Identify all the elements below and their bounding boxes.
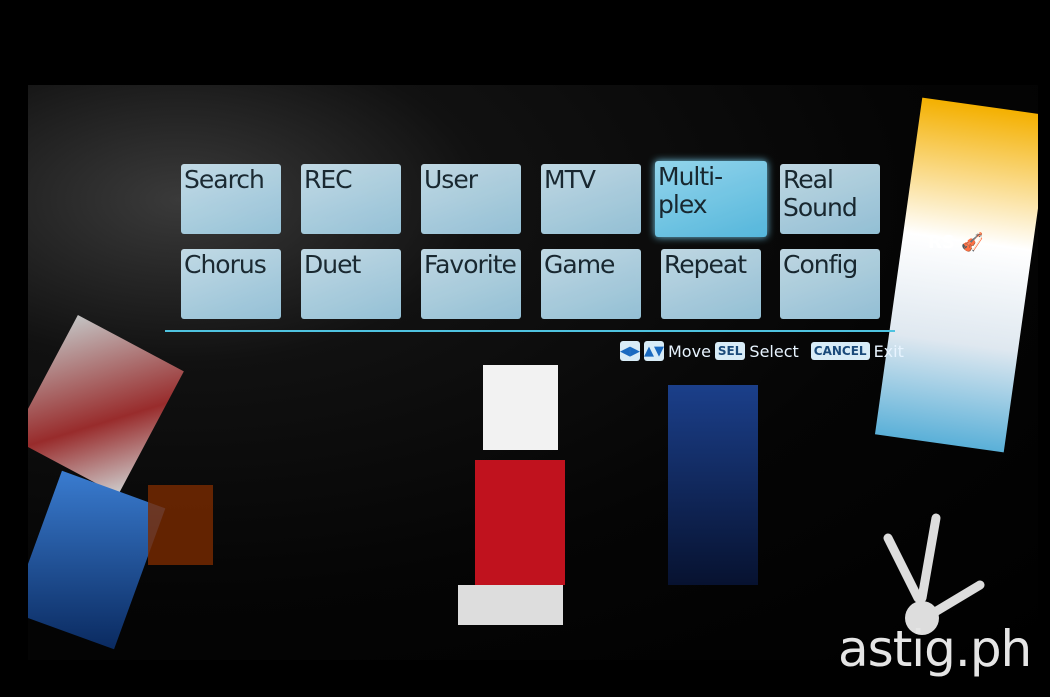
white-billboard xyxy=(483,365,558,450)
menu-divider xyxy=(165,330,895,332)
chicago-billboard xyxy=(28,315,184,495)
tile-search[interactable]: Search xyxy=(181,164,281,234)
tile-label: User xyxy=(424,165,478,194)
tile-rec[interactable]: REC xyxy=(301,164,401,234)
poster-billboard xyxy=(874,97,1038,453)
rs-badge: RS 🎻 xyxy=(928,232,984,253)
barclays-building xyxy=(668,385,758,585)
up-down-arrow-icon: ▲▼ xyxy=(644,341,664,361)
cancel-key: CANCEL xyxy=(810,342,870,360)
tile-label-line2: plex xyxy=(658,190,708,219)
tile-label: MTV xyxy=(544,165,596,194)
tile-label: Chorus xyxy=(184,250,267,279)
tile-user[interactable]: User xyxy=(421,164,521,234)
violin-icon: 🎻 xyxy=(961,232,984,253)
tile-game[interactable]: Game xyxy=(541,249,641,319)
tile-chorus[interactable]: Chorus xyxy=(181,249,281,319)
tile-favorite[interactable]: Favorite xyxy=(421,249,521,319)
tile-label: Search xyxy=(184,165,265,194)
tile-label-line1: Real xyxy=(783,165,834,194)
tile-label: Duet xyxy=(304,250,361,279)
key-hints: ◀▶ ▲▼ Move SEL Select CANCEL Exit xyxy=(620,339,904,363)
tile-repeat[interactable]: Repeat xyxy=(661,249,761,319)
sel-key: SEL xyxy=(714,342,746,360)
watermark: astig.ph xyxy=(838,620,1032,678)
tile-real-sound[interactable]: Real Sound xyxy=(780,164,880,234)
blue-billboard xyxy=(28,470,166,650)
move-hint: Move xyxy=(668,341,711,361)
tile-config[interactable]: Config xyxy=(780,249,880,319)
tile-label: Favorite xyxy=(424,250,517,279)
exit-hint: Exit xyxy=(873,341,904,361)
tile-label: Config xyxy=(783,250,858,279)
tile-label-line1: Multi- xyxy=(658,162,723,191)
tile-label: Repeat xyxy=(664,250,747,279)
tile-label: Game xyxy=(544,250,615,279)
rs-label: RS xyxy=(928,232,955,253)
tile-mtv[interactable]: MTV xyxy=(541,164,641,234)
orange-sign xyxy=(148,485,213,565)
bottom-billboard xyxy=(458,585,563,625)
select-hint: Select xyxy=(749,341,799,361)
coca-cola-billboard xyxy=(475,460,565,585)
tile-multiplex[interactable]: Multi-plex xyxy=(655,161,767,237)
tile-label-line2: Sound xyxy=(783,193,858,222)
left-right-arrow-icon: ◀▶ xyxy=(620,341,640,361)
tile-label: REC xyxy=(304,165,353,194)
tile-duet[interactable]: Duet xyxy=(301,249,401,319)
